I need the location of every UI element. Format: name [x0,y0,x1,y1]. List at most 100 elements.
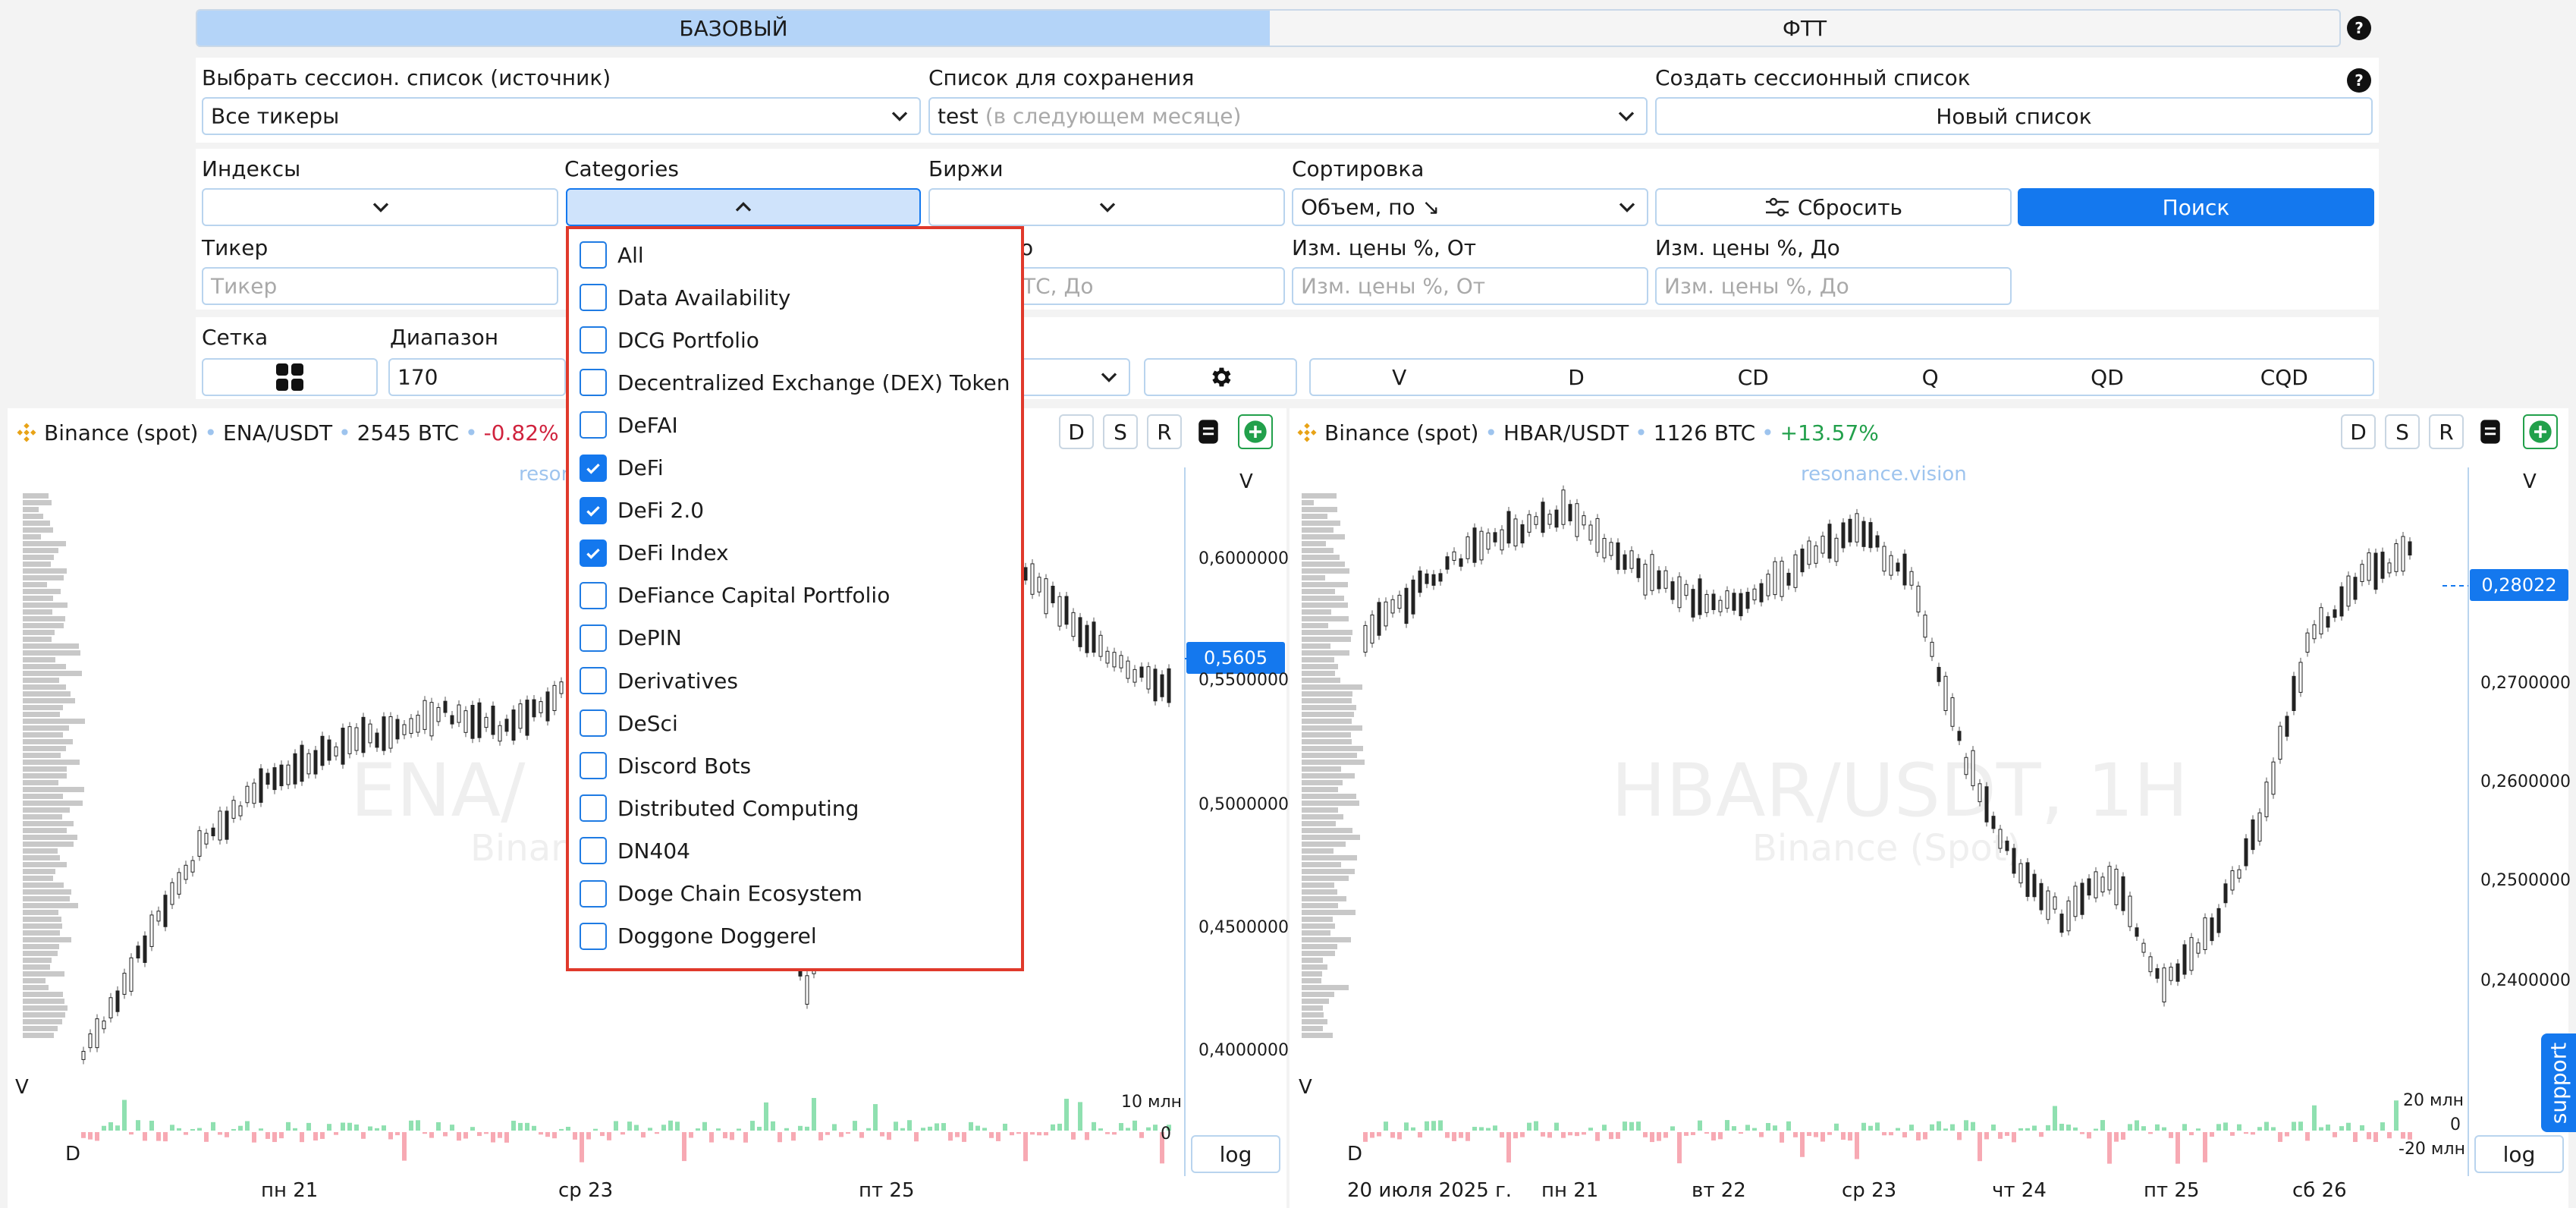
category-option[interactable]: DCG Portfolio [580,322,759,358]
checkbox-icon[interactable] [580,369,607,397]
log-scale-button[interactable]: log [2474,1135,2564,1173]
profile-bar [23,657,55,662]
checkbox-icon[interactable] [580,326,607,354]
save-select[interactable]: test (в следующем месяце) [928,97,1648,135]
category-option[interactable]: Doggone Doggerel [580,918,817,955]
category-option[interactable]: DeSci [580,705,678,741]
category-option[interactable]: Discord Bots [580,747,751,784]
checkbox-icon[interactable] [580,879,607,908]
candle-body [1064,596,1069,625]
checkbox-icon[interactable] [580,709,607,738]
timeframe-cqd[interactable]: CQD [2196,360,2373,395]
volume-bar [190,1128,195,1131]
grid-layout-button[interactable] [202,358,378,396]
volume-bar [2107,1132,2112,1164]
checkbox-checked-icon[interactable] [580,539,607,567]
indexes-select[interactable] [202,188,558,226]
timeframe-d[interactable]: D [1487,360,1664,395]
timeframe-v[interactable]: V [1311,360,1487,395]
help-icon[interactable]: ? [2347,68,2371,93]
profile-bar [23,855,60,860]
x-tick: сб 26 [2292,1179,2347,1202]
category-option[interactable]: DePIN [580,620,682,656]
timeframe-qd[interactable]: QD [2018,360,2195,395]
reset-button[interactable]: Сбросить [1655,188,2012,226]
checkbox-icon[interactable] [580,837,607,865]
sort-select[interactable]: Объем, по ↘ [1292,188,1648,226]
checkbox-icon[interactable] [580,581,607,609]
checkbox-icon[interactable] [580,241,607,269]
category-option[interactable]: DeFi 2.0 [580,492,704,529]
profile-bar [1302,657,1334,662]
chart-d-button[interactable]: D [1059,414,1094,449]
pair-name[interactable]: HBAR/USDT [1503,420,1629,445]
chart-r-button[interactable]: R [2429,414,2464,449]
chart-s-button[interactable]: S [2385,414,2420,449]
checkbox-icon[interactable] [580,794,607,823]
volume-bar [204,1132,209,1142]
category-option[interactable]: Decentralized Exchange (DEX) Token [580,364,1010,401]
settings-button[interactable] [1144,358,1297,396]
candle-body [1793,554,1798,588]
chart-d-button[interactable]: D [2341,414,2376,449]
profile-bar [23,923,62,929]
volume-bar [115,1125,120,1131]
timeframe-cd[interactable]: CD [1665,360,1842,395]
checkbox-icon[interactable] [580,624,607,652]
category-option[interactable]: Distributed Computing [580,790,859,826]
candle-body [2251,819,2255,851]
sort-label: Сортировка [1292,156,1425,181]
tab-ftt[interactable]: ФТТ [1270,11,2339,46]
category-option[interactable]: All [580,237,644,273]
log-scale-button[interactable]: log [1191,1135,1280,1173]
timeframe-q[interactable]: Q [1842,360,2018,395]
new-list-button[interactable]: Новый список [1655,97,2373,135]
tab-basic[interactable]: БАЗОВЫЙ [197,11,1270,46]
profile-bar [23,527,53,533]
price-to-input[interactable]: Изм. цены %, До [1655,267,2012,305]
add-chart-button[interactable] [2523,414,2558,449]
category-option[interactable]: DeFiance Capital Portfolio [580,577,890,614]
candle-body [1991,816,1996,829]
category-option[interactable]: DeFi Index [580,535,729,571]
categories-select[interactable] [566,188,921,226]
checkbox-icon[interactable] [580,411,607,439]
candle-body [2018,863,2023,884]
source-select[interactable]: Все тикеры [202,97,921,135]
checkbox-checked-icon[interactable] [580,496,607,524]
profile-bar [23,739,73,744]
profile-bar [23,753,61,758]
profile-bar [1302,794,1356,799]
checkbox-checked-icon[interactable] [580,454,607,482]
category-option[interactable]: Data Availability [580,279,790,316]
chart-s-button[interactable]: S [1103,414,1138,449]
exchanges-select[interactable] [928,188,1285,226]
range-input[interactable]: 170 [388,358,566,396]
checkbox-icon[interactable] [580,667,607,694]
note-button[interactable] [1191,414,1226,449]
price-from-input[interactable]: Изм. цены %, От [1292,267,1648,305]
chart-r-button[interactable]: R [1147,414,1182,449]
volume-bar [1493,1125,1497,1131]
checkbox-icon[interactable] [580,922,607,950]
pair-name[interactable]: ENA/USDT [223,420,332,445]
category-option[interactable]: Doge Chain Ecosystem [580,876,862,912]
volume-bar [436,1121,441,1131]
profile-bar [23,848,58,854]
candle-body [293,753,297,785]
checkbox-icon[interactable] [580,284,607,312]
search-button[interactable]: Поиск [2018,188,2374,226]
add-chart-button[interactable] [1238,414,1273,449]
x-tick: пт 25 [859,1179,915,1202]
volume-bar [184,1132,188,1135]
category-option[interactable]: DeFAI [580,407,678,443]
category-option[interactable]: DN404 [580,832,690,869]
checkbox-icon[interactable] [580,752,607,780]
support-tab[interactable]: support [2541,1033,2576,1132]
volume-bar [1793,1132,1798,1137]
category-option[interactable]: DeFi [580,450,664,486]
category-option[interactable]: Derivatives [580,662,738,699]
help-icon[interactable]: ? [2347,16,2371,40]
ticker-input[interactable]: Тикер [202,267,558,305]
note-button[interactable] [2473,414,2508,449]
